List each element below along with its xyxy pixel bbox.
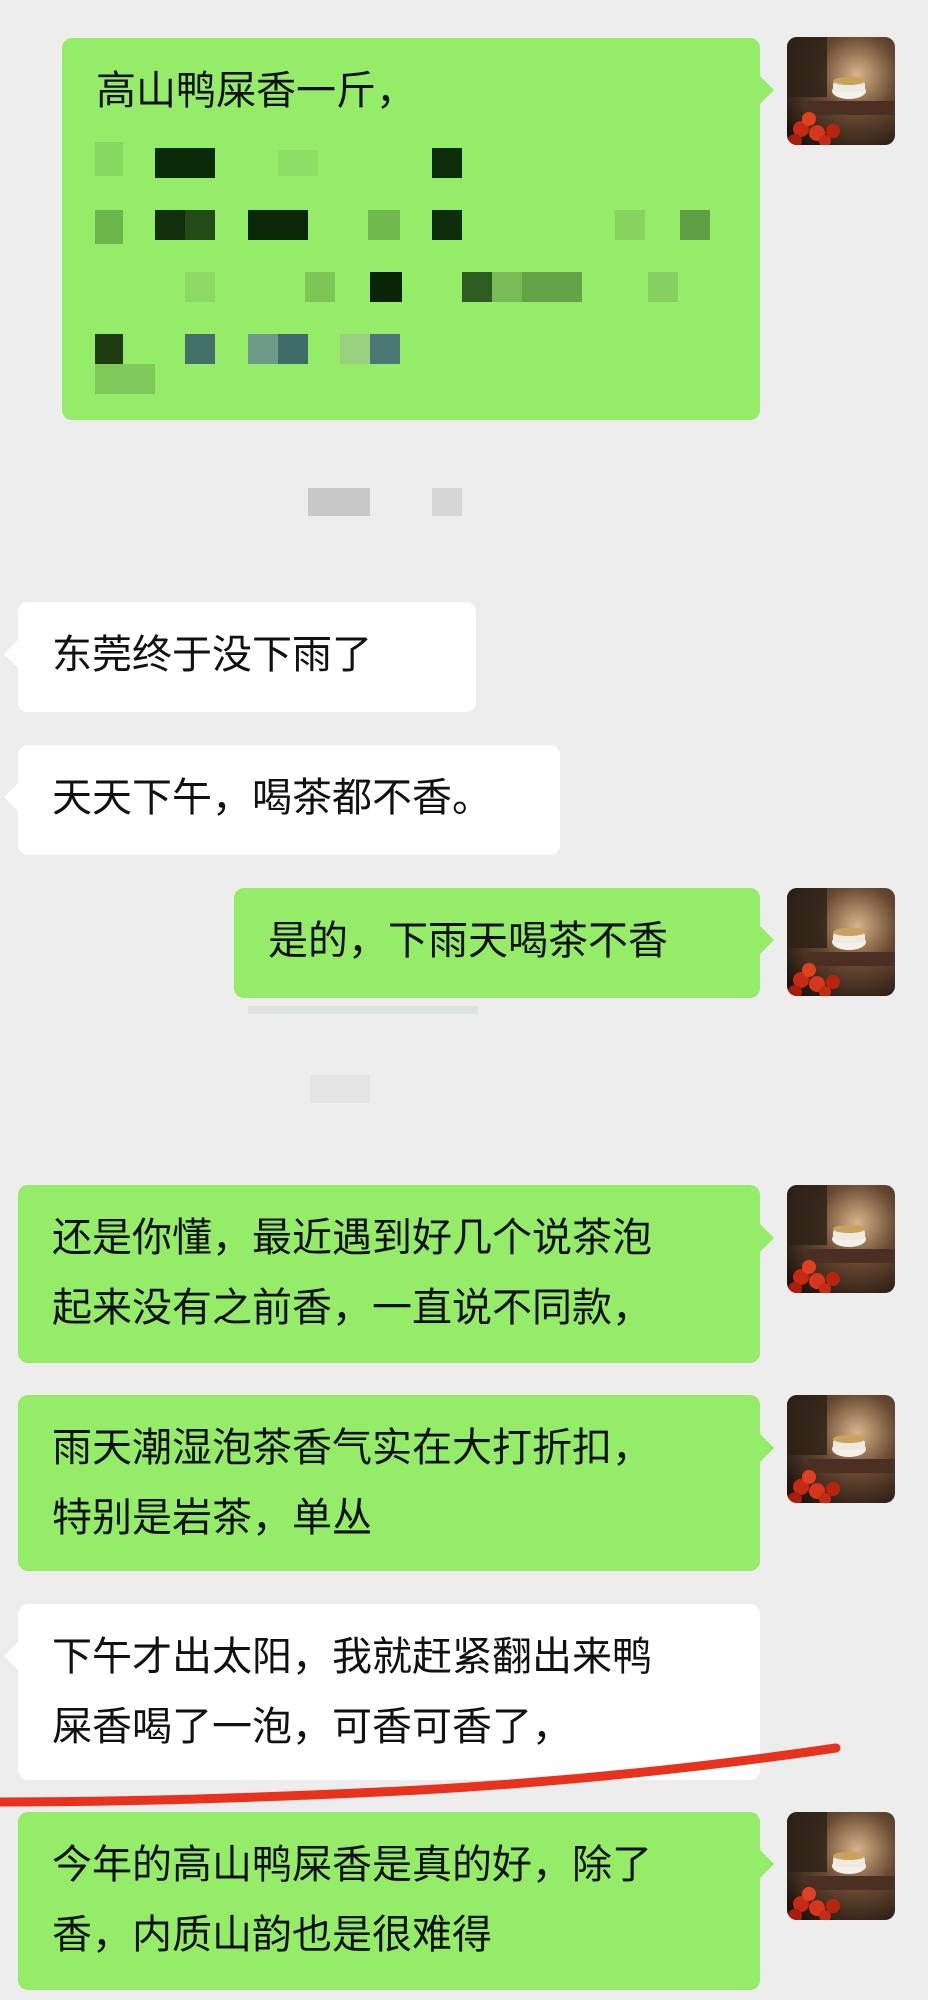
message-bubble[interactable]: 是的，下雨天喝茶不香 (234, 888, 760, 998)
message-bubble[interactable]: 天天下午，喝茶都不香。 (18, 745, 560, 855)
bubble-tail (760, 1224, 774, 1252)
tea-cup-photo-avatar-icon (787, 37, 895, 145)
message-text-line: 香，内质山韵也是很难得 (52, 1912, 492, 1958)
message-bubble[interactable]: 雨天潮湿泡茶香气实在大打折扣， 特别是岩茶，单丛 (18, 1395, 760, 1571)
message-bubble[interactable]: 还是你懂，最近遇到好几个说茶泡 起来没有之前香，一直说不同款， (18, 1185, 760, 1363)
message-text-line: 今年的高山鸭屎香是真的好，除了 (52, 1842, 652, 1888)
bubble-tail (760, 926, 774, 954)
avatar[interactable] (787, 1812, 895, 1920)
message-text-line: 东莞终于没下雨了 (52, 632, 372, 678)
bubble-tail (760, 76, 774, 104)
bubble-tail (4, 1642, 18, 1670)
message-text-line: 特别是岩茶，单丛 (52, 1495, 372, 1541)
tea-cup-photo-avatar-icon (787, 1812, 895, 1920)
avatar[interactable] (787, 1185, 895, 1293)
message-text-line: 还是你懂，最近遇到好几个说茶泡 (52, 1215, 652, 1261)
avatar[interactable] (787, 888, 895, 996)
message-text-line: 高山鸭屎香一斤， (96, 68, 416, 114)
message-text-line: 是的，下雨天喝茶不香 (268, 918, 668, 964)
bubble-tail (4, 640, 18, 668)
bubble-tail (760, 1850, 774, 1878)
bubble-tail (760, 1434, 774, 1462)
avatar[interactable] (787, 1395, 895, 1503)
message-text-line: 雨天潮湿泡茶香气实在大打折扣， (52, 1425, 652, 1471)
tea-cup-photo-avatar-icon (787, 1185, 895, 1293)
avatar[interactable] (787, 37, 895, 145)
red-underline-annotation (0, 1743, 841, 1807)
message-text-line: 起来没有之前香，一直说不同款， (52, 1285, 652, 1331)
message-text-line: 下午才出太阳，我就赶紧翻出来鸭 (52, 1634, 652, 1680)
message-text-line: 天天下午，喝茶都不香。 (52, 775, 492, 821)
tea-cup-photo-avatar-icon (787, 888, 895, 996)
bubble-tail (4, 783, 18, 811)
tea-cup-photo-avatar-icon (787, 1395, 895, 1503)
message-bubble[interactable]: 今年的高山鸭屎香是真的好，除了 香，内质山韵也是很难得 (18, 1812, 760, 1990)
message-bubble[interactable]: 东莞终于没下雨了 (18, 602, 476, 712)
